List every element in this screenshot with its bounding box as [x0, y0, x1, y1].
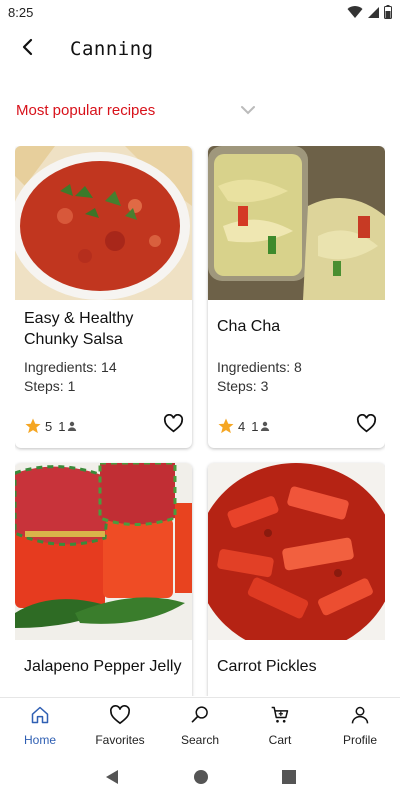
person-icon [260, 421, 270, 431]
signal-icon [367, 6, 380, 19]
sort-dropdown[interactable]: Most popular recipes [16, 95, 256, 125]
star-icon [24, 417, 42, 435]
recipe-footer: 5 1 [24, 413, 184, 438]
battery-icon [384, 5, 392, 19]
status-time: 8:25 [8, 4, 34, 20]
recents-square-icon[interactable] [281, 769, 296, 784]
nav-label: Home [23, 732, 56, 747]
home-circle-icon[interactable] [193, 769, 209, 785]
recipe-meta: Ingredients: 14 Steps: 1 [24, 358, 117, 396]
back-button[interactable] [0, 24, 56, 74]
heart-icon [356, 413, 377, 438]
star-icon [217, 417, 235, 435]
page-title: Canning [70, 38, 154, 60]
recipe-steps: Steps: 3 [217, 378, 269, 394]
nav-favorites[interactable]: Favorites [80, 698, 160, 753]
nav-label: Profile [342, 732, 377, 747]
chevron-down-icon [240, 105, 256, 115]
bottom-nav: Home Favorites Search Cart Profile [0, 697, 400, 753]
recipe-card[interactable]: Easy & Healthy Chunky Salsa Ingredients:… [15, 146, 192, 448]
nav-label: Favorites [95, 732, 145, 747]
recipe-card[interactable]: Jalapeno Pepper Jelly [15, 463, 192, 696]
recipe-image-carrot-pickles [208, 463, 385, 640]
person-icon [67, 421, 77, 431]
sort-selected-label: Most popular recipes [16, 101, 156, 119]
recipe-grid: Easy & Healthy Chunky Salsa Ingredients:… [15, 146, 385, 696]
recipe-card[interactable]: Cha Cha Ingredients: 8 Steps: 3 4 1 [208, 146, 385, 448]
recipe-image-cha-cha [208, 146, 385, 300]
favorite-button[interactable] [356, 413, 377, 438]
recipe-ingredients: Ingredients: 8 [217, 359, 302, 375]
review-count: 1 [251, 418, 259, 434]
back-arrow-icon [19, 38, 37, 61]
profile-icon [350, 705, 370, 730]
recipe-rating: 5 [45, 418, 53, 434]
nav-home[interactable]: Home [0, 698, 80, 753]
recipe-footer: 4 1 [217, 413, 377, 438]
search-icon [190, 705, 210, 730]
recipe-ingredients: Ingredients: 14 [24, 359, 117, 375]
recipe-title: Carrot Pickles [217, 658, 317, 675]
back-triangle-icon[interactable] [104, 769, 120, 785]
recipe-steps: Steps: 1 [24, 378, 76, 394]
recipe-image-pepper-jelly [15, 463, 192, 640]
favorite-button[interactable] [163, 413, 184, 438]
app-bar: Canning [0, 24, 400, 74]
recipe-title: Cha Cha [217, 318, 281, 335]
recipe-title: Jalapeno Pepper Jelly [24, 658, 182, 675]
heart-icon [109, 704, 131, 730]
nav-profile[interactable]: Profile [320, 698, 400, 753]
review-count: 1 [58, 418, 66, 434]
nav-label: Cart [268, 732, 292, 747]
recipe-card[interactable]: Carrot Pickles [208, 463, 385, 696]
home-icon [30, 705, 50, 730]
recipe-image-salsa [15, 146, 192, 300]
heart-icon [163, 413, 184, 438]
recipe-rating: 4 [238, 418, 246, 434]
wifi-icon [347, 5, 363, 19]
status-bar: 8:25 [0, 0, 400, 24]
nav-cart[interactable]: Cart [240, 698, 320, 753]
recipe-meta: Ingredients: 8 Steps: 3 [217, 358, 302, 396]
recipe-title: Easy & Healthy Chunky Salsa [24, 310, 134, 348]
system-nav-bar [0, 753, 400, 800]
status-icons [347, 5, 392, 19]
nav-label: Search [180, 732, 220, 747]
cart-icon [270, 705, 290, 730]
nav-search[interactable]: Search [160, 698, 240, 753]
